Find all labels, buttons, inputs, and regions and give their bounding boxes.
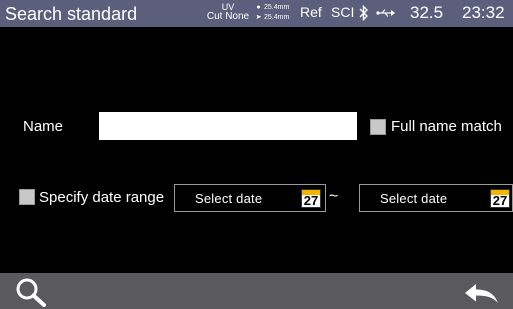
fiber-end-icon: ● bbox=[256, 4, 261, 11]
date-range-label: Specify date range bbox=[39, 189, 165, 206]
fiber-arrow-icon: ➤ bbox=[255, 14, 262, 21]
name-label: Name bbox=[23, 118, 64, 135]
range-separator: ~ bbox=[329, 188, 339, 205]
calendar-day: 27 bbox=[303, 193, 319, 208]
calendar-icon[interactable]: 27 bbox=[490, 189, 510, 208]
full-name-match-label: Full name match bbox=[391, 118, 502, 135]
fiber-bottom-length: 25.4mm bbox=[264, 14, 290, 21]
end-date-text: Select date bbox=[380, 191, 448, 206]
bluetooth-icon bbox=[359, 5, 368, 21]
calendar-icon[interactable]: 27 bbox=[301, 189, 321, 208]
page-title: Search standard bbox=[5, 4, 138, 24]
start-date-text: Select date bbox=[195, 191, 263, 206]
search-icon[interactable] bbox=[15, 277, 49, 307]
full-name-match-checkbox[interactable] bbox=[370, 119, 386, 135]
usb-icon bbox=[376, 9, 395, 17]
status-bar: Search standard UV Cut None ● 25.4mm ➤ 25.… bbox=[0, 0, 513, 27]
temperature-readout: 32.5 bbox=[410, 3, 444, 22]
calendar-day: 27 bbox=[492, 193, 508, 208]
name-input[interactable] bbox=[99, 112, 357, 140]
clock: 23:32 bbox=[462, 3, 505, 22]
cut-label: Cut None bbox=[206, 11, 250, 22]
fiber-length-status: ● 25.4mm ➤ 25.4mm bbox=[255, 3, 290, 23]
end-date-field[interactable]: Select date 27 bbox=[359, 184, 513, 212]
back-arrow-icon[interactable] bbox=[462, 282, 500, 306]
uv-cut-status: UV Cut None bbox=[204, 2, 252, 22]
ref-indicator: Ref bbox=[300, 4, 322, 20]
start-date-field[interactable]: Select date 27 bbox=[174, 184, 326, 212]
date-range-checkbox[interactable] bbox=[19, 189, 35, 205]
sci-indicator: SCI bbox=[331, 4, 355, 20]
bottom-toolbar bbox=[0, 273, 513, 309]
fiber-top-length: 25.4mm bbox=[264, 4, 290, 11]
